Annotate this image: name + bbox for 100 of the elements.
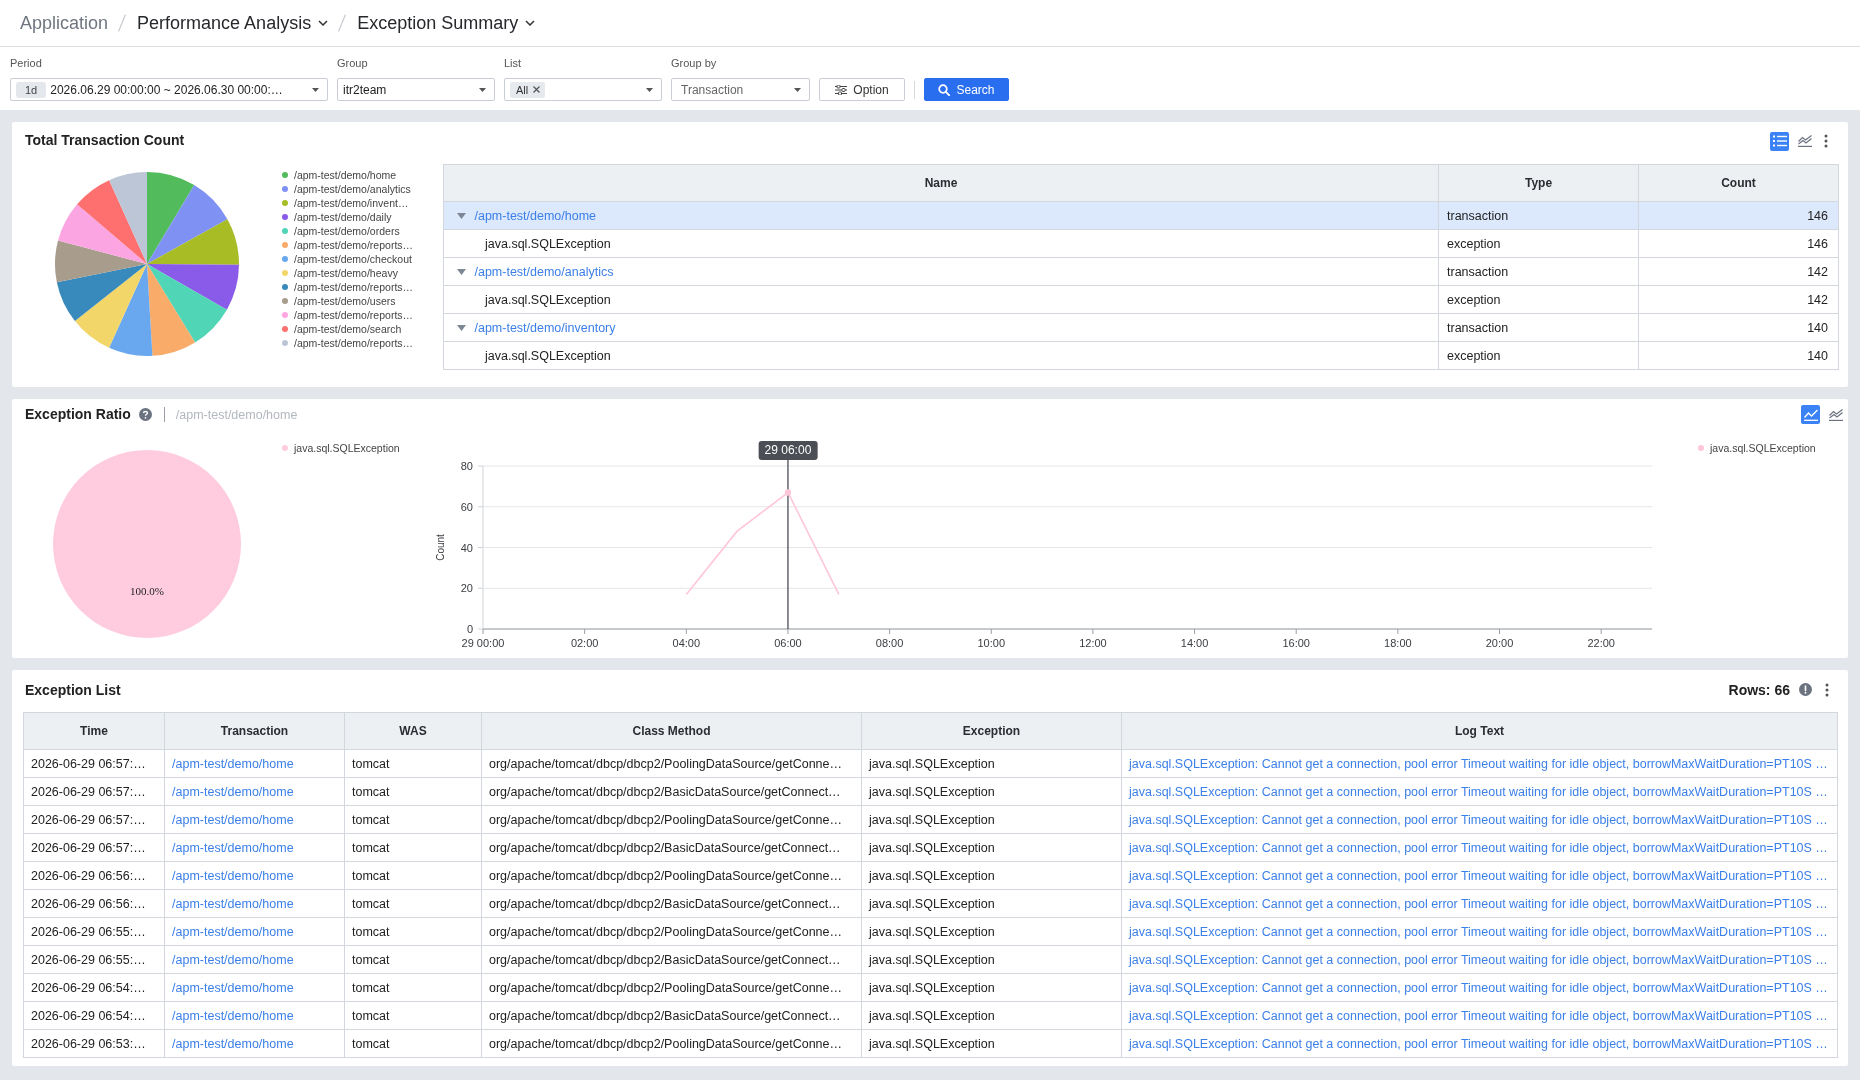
breadcrumb-menu[interactable]: Exception Summary [357,12,536,34]
log-text-link[interactable]: java.sql.SQLException: Cannot get a connection, pool error Timeout waiting for idle object, borrowMaxWaitDuration=PT10S … [1129,896,1828,911]
table-cell: 140 [1638,341,1839,370]
hover-point-icon [784,489,792,496]
panel-title: Total Transaction Count [25,131,185,150]
table-row[interactable]: java.sql.SQLException exception 140 [443,341,1839,370]
breadcrumb-menu[interactable]: Performance Analysis [137,12,329,34]
list-select[interactable]: All [504,78,662,101]
column-header: Type [1438,164,1639,202]
table-cell: 2026-06-29 06:56:… [23,889,165,918]
table-cell: org/apache/tomcat/dbcp/dbcp2/PoolingDataSource/getConne… [481,861,862,890]
transaction-link[interactable]: /apm-test/demo/home [172,980,294,995]
transaction-link[interactable]: /apm-test/demo/home [172,952,294,967]
multi-line-chart-icon [1797,135,1812,147]
transaction-link[interactable]: /apm-test/demo/home [172,840,294,855]
log-text-link[interactable]: java.sql.SQLException: Cannot get a connection, pool error Timeout waiting for idle object, borrowMaxWaitDuration=PT10S … [1129,952,1828,967]
column-header: Exception [861,712,1122,750]
table-cell: 146 [1638,201,1839,230]
legend-label: /apm-test/demo/home [294,169,397,181]
table-cell: java.sql.SQLException [861,973,1122,1002]
transaction-link[interactable]: /apm-test/demo/home [172,812,294,827]
transaction-link[interactable]: /apm-test/demo/home [172,1008,294,1023]
data-label: 100.0% [130,585,164,597]
column-header: Count [1638,164,1839,202]
log-text-link[interactable]: java.sql.SQLException: Cannot get a connection, pool error Timeout waiting for idle object, borrowMaxWaitDuration=PT10S … [1129,1008,1828,1023]
view-toggle-button[interactable] [1801,405,1820,424]
table-cell: java.sql.SQLException [861,1001,1122,1030]
legend-label: /apm-test/demo/search [294,323,402,335]
table-cell: 2026-06-29 06:56:… [23,861,165,890]
table-cell: transaction [1438,313,1639,342]
table-cell: org/apache/tomcat/dbcp/dbcp2/BasicDataSource/getConnect… [481,833,862,862]
axis-tick-label: 20:00 [1485,637,1514,649]
table-row[interactable]: /apm-test/demo/home transaction 146 [443,201,1839,230]
log-text-link[interactable]: java.sql.SQLException: Cannot get a connection, pool error Timeout waiting for idle object, borrowMaxWaitDuration=PT10S … [1129,1036,1828,1051]
panel-title: Exception List [25,681,121,700]
legend-label: /apm-test/demo/reports… [294,337,414,349]
table-cell: tomcat [344,777,482,806]
table-cell: 2026-06-29 06:57:… [23,749,165,778]
table-cell: tomcat [344,889,482,918]
axis-tick-label: 14:00 [1180,637,1209,649]
alert-icon[interactable] [1799,683,1812,696]
table-cell: org/apache/tomcat/dbcp/dbcp2/PoolingDataSource/getConne… [481,1029,862,1058]
caret-down-icon [646,87,653,92]
table-cell: 2026-06-29 06:57:… [23,805,165,834]
table-cell: 2026-06-29 06:55:… [23,917,165,946]
legend-label: /apm-test/demo/reports… [294,309,414,321]
field-label: List [504,56,523,70]
table-cell: java.sql.SQLException [861,833,1122,862]
table-cell: 2026-06-29 06:53:… [23,1029,165,1058]
log-text-link[interactable]: java.sql.SQLException: Cannot get a connection, pool error Timeout waiting for idle object, borrowMaxWaitDuration=PT10S … [1129,812,1828,827]
table-cell: 2026-06-29 06:54:… [23,1001,165,1030]
log-text-link[interactable]: java.sql.SQLException: Cannot get a connection, pool error Timeout waiting for idle object, borrowMaxWaitDuration=PT10S … [1129,784,1828,799]
legend-label: /apm-test/demo/invent… [294,197,409,209]
group-select[interactable]: itr2team [337,78,495,101]
caret-down-icon[interactable] [457,325,466,332]
transaction-link[interactable]: /apm-test/demo/home [172,756,294,771]
transaction-link[interactable]: /apm-test/demo/analytics [474,264,614,279]
table-cell: 140 [1638,313,1839,342]
table-cell: 146 [1638,229,1839,258]
transaction-link[interactable]: /apm-test/demo/home [172,784,294,799]
close-icon[interactable] [533,86,541,93]
table-cell: tomcat [344,973,482,1002]
field-label: Group by [671,56,718,70]
table-cell: org/apache/tomcat/dbcp/dbcp2/BasicDataSource/getConnect… [481,777,862,806]
table-cell: tomcat [344,1029,482,1058]
table-cell: 142 [1638,257,1839,286]
log-text-link[interactable]: java.sql.SQLException: Cannot get a connection, pool error Timeout waiting for idle object, borrowMaxWaitDuration=PT10S … [1129,924,1828,939]
transaction-link[interactable]: /apm-test/demo/home [172,868,294,883]
axis-tick-label: 10:00 [977,637,1006,649]
option-button[interactable]: Option [819,78,905,101]
period-select[interactable]: 1d 2026.06.29 00:00:00 ~ 2026.06.30 00:00:… [10,78,328,101]
transaction-link[interactable]: /apm-test/demo/home [172,1036,294,1051]
table-cell: tomcat [344,861,482,890]
table-cell: tomcat [344,945,482,974]
log-text-link[interactable]: java.sql.SQLException: Cannot get a connection, pool error Timeout waiting for idle object, borrowMaxWaitDuration=PT10S … [1129,840,1828,855]
search-button[interactable]: Search [924,78,1009,101]
legend-label: java.sql.SQLException [294,442,400,454]
search-icon [938,83,951,96]
transaction-link[interactable]: /apm-test/demo/home [172,924,294,939]
group-by-select[interactable]: Transaction [671,78,810,101]
breadcrumb-link[interactable]: Application [20,12,109,34]
caret-down-icon[interactable] [457,269,466,276]
axis-tick-label: 80 [460,460,473,472]
transaction-link[interactable]: /apm-test/demo/home [474,208,597,223]
caret-down-icon [479,87,486,92]
log-text-link[interactable]: java.sql.SQLException: Cannot get a connection, pool error Timeout waiting for idle object, borrowMaxWaitDuration=PT10S … [1129,868,1828,883]
log-text-link[interactable]: java.sql.SQLException: Cannot get a connection, pool error Timeout waiting for idle object, borrowMaxWaitDuration=PT10S … [1129,756,1828,771]
table-cell: tomcat [344,917,482,946]
table-cell: 2026-06-29 06:57:… [23,833,165,862]
transaction-link[interactable]: /apm-test/demo/home [172,896,294,911]
table-cell: org/apache/tomcat/dbcp/dbcp2/PoolingDataSource/getConne… [481,805,862,834]
help-icon[interactable] [138,408,152,421]
table-cell: 2026-06-29 06:55:… [23,945,165,974]
view-toggle-button[interactable] [1770,131,1789,151]
table-cell: tomcat [344,1001,482,1030]
table-row[interactable]: java.sql.SQLException exception 146 [443,229,1839,258]
table-row[interactable]: java.sql.SQLException exception 142 [443,285,1839,314]
transaction-link[interactable]: /apm-test/demo/inventory [474,320,616,335]
caret-down-icon[interactable] [457,213,466,220]
log-text-link[interactable]: java.sql.SQLException: Cannot get a connection, pool error Timeout waiting for idle object, borrowMaxWaitDuration=PT10S … [1129,980,1828,995]
